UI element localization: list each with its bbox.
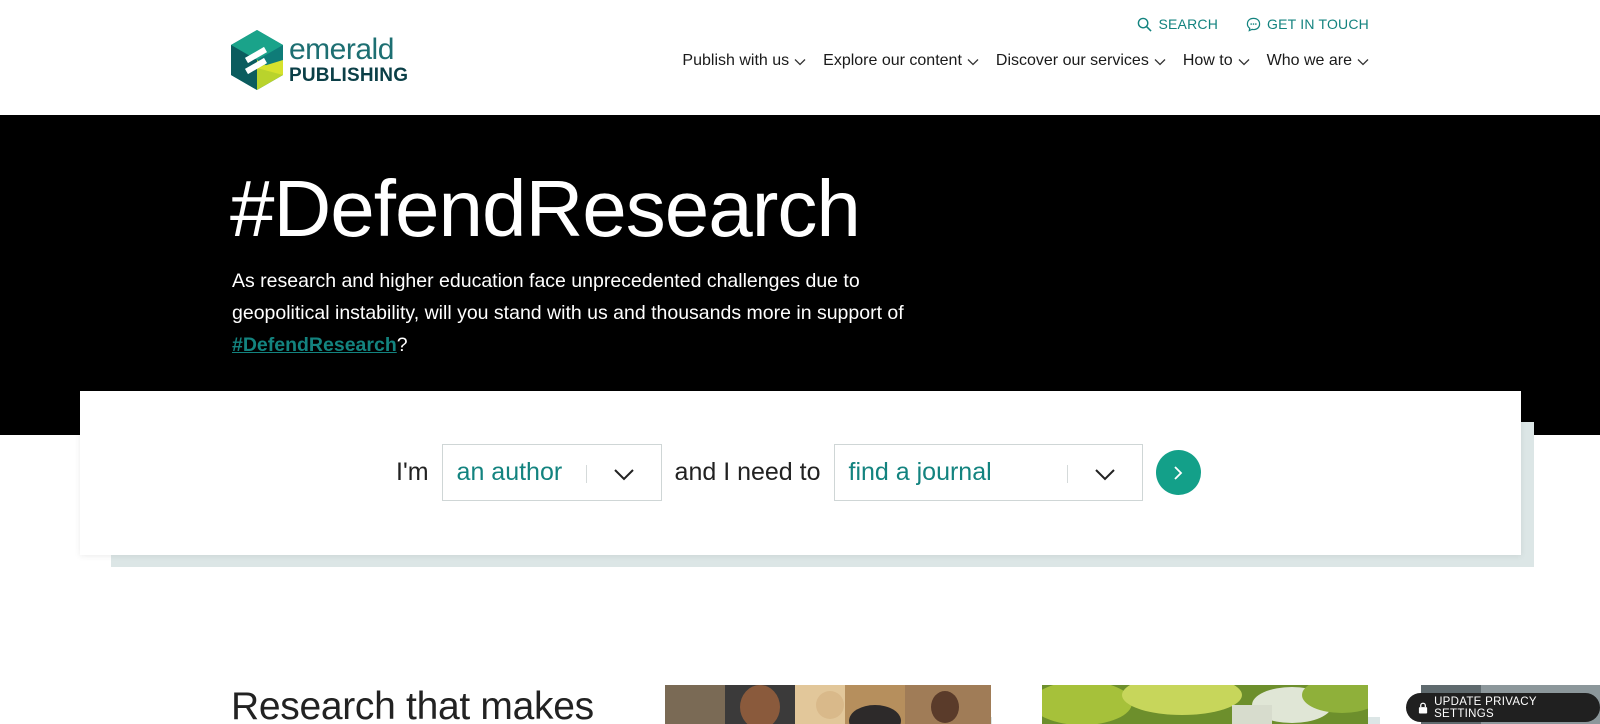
selector-middle: and I need to [674, 458, 821, 486]
hero-banner: #DefendResearch As research and higher e… [0, 115, 1600, 435]
chevron-down-icon [1094, 469, 1115, 481]
students-photo [665, 685, 991, 724]
nav-label: How to [1182, 52, 1233, 69]
chevron-down-icon [613, 469, 634, 481]
chevron-right-icon [1174, 465, 1183, 480]
role-select-value: an author [456, 458, 563, 486]
hero-title: #DefendResearch [230, 164, 861, 253]
feature-image-students[interactable] [665, 685, 991, 724]
nav-label: Explore our content [823, 52, 962, 69]
select-divider [585, 465, 587, 483]
logo-word-publishing: PUBLISHING [289, 65, 409, 86]
update-privacy-settings-button[interactable]: UPDATE PRIVACY SETTINGS [1406, 693, 1600, 722]
search-link[interactable]: SEARCH [1137, 16, 1218, 32]
get-in-touch-link[interactable]: GET IN TOUCH [1246, 16, 1369, 32]
hero-text-body: As research and higher education face un… [232, 270, 904, 324]
chevron-down-icon [794, 58, 806, 65]
nature-photo [1042, 685, 1368, 724]
select-divider [1066, 465, 1068, 483]
search-label: SEARCH [1158, 16, 1219, 32]
nav-publish-with-us[interactable]: Publish with us [682, 52, 806, 70]
nav-discover-our-services[interactable]: Discover our services [996, 52, 1166, 70]
task-select-value: find a journal [848, 458, 992, 486]
feature-image-nature[interactable] [1042, 685, 1368, 724]
privacy-label: UPDATE PRIVACY SETTINGS [1434, 695, 1537, 720]
section-heading: Research that makes [231, 685, 594, 724]
chat-icon [1246, 17, 1261, 32]
nav-explore-our-content[interactable]: Explore our content [823, 52, 979, 70]
journey-selector: I'm an author and I need to find a journ… [396, 444, 1201, 501]
go-button[interactable] [1155, 450, 1201, 495]
utility-nav: SEARCH GET IN TOUCH [1137, 16, 1369, 32]
get-in-touch-label: GET IN TOUCH [1267, 16, 1369, 32]
logo-mark-icon [231, 30, 283, 90]
nav-who-we-are[interactable]: Who we are [1267, 52, 1369, 70]
chevron-down-icon [1238, 58, 1250, 65]
nav-label: Publish with us [682, 52, 790, 69]
chevron-down-icon [967, 58, 979, 65]
role-select[interactable]: an author [441, 444, 662, 501]
defend-research-link[interactable]: #DefendResearch [232, 334, 397, 356]
nav-label: Who we are [1266, 52, 1352, 69]
main-nav: Publish with us Explore our content Disc… [682, 52, 1369, 70]
nav-label: Discover our services [995, 52, 1149, 69]
hero-text: As research and higher education face un… [232, 265, 912, 361]
emerald-logo[interactable]: emerald PUBLISHING [231, 30, 408, 90]
site-header: emerald PUBLISHING SEARCH GET IN TOUCH P… [0, 0, 1600, 115]
logo-word-emerald: emerald [289, 33, 394, 66]
task-select[interactable]: find a journal [833, 444, 1143, 501]
search-icon [1138, 17, 1153, 32]
hero-text-end: ? [396, 334, 408, 356]
lock-icon [1418, 702, 1428, 713]
chevron-down-icon [1154, 58, 1166, 65]
selector-prefix: I'm [396, 458, 429, 486]
chevron-down-icon [1357, 58, 1369, 65]
nav-how-to[interactable]: How to [1183, 52, 1250, 70]
